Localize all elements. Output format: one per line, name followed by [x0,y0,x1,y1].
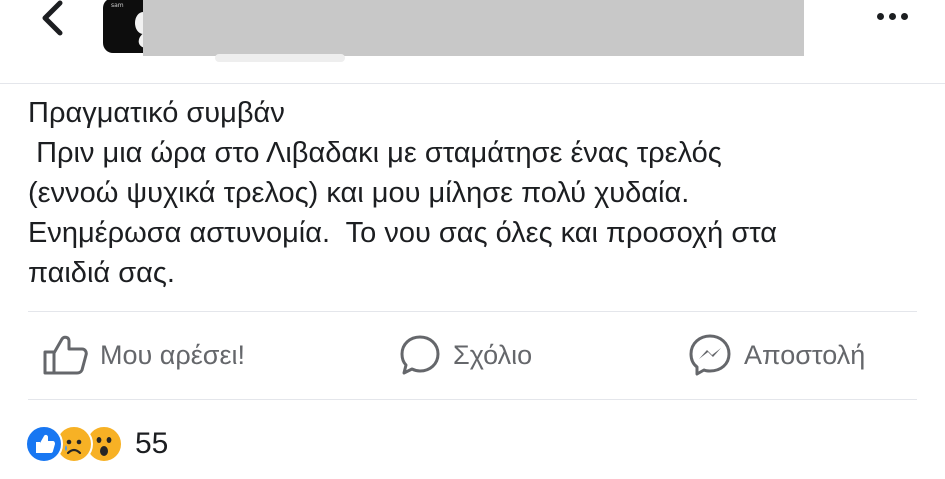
chevron-left-icon [42,0,63,36]
divider [28,399,917,400]
more-horizontal-icon [876,12,884,20]
post-line: Πραγματικό συμβάν [28,97,285,129]
author-name-redacted [143,0,804,56]
like-button[interactable]: Μου αρέσει! [42,312,245,398]
comment-button[interactable]: Σχόλιο [399,312,532,398]
comment-label: Σχόλιο [453,339,533,370]
send-button[interactable]: Αποστολή [688,312,865,398]
thumbs-up-icon [43,335,88,375]
reaction-count[interactable]: 55 [135,427,168,461]
comment-bubble-icon [400,335,440,375]
back-button[interactable] [30,0,74,36]
more-horizontal-icon [888,12,896,20]
like-reaction-icon [25,425,63,463]
reactions-summary[interactable]: 55 [25,424,168,464]
more-horizontal-icon [900,12,908,20]
messenger-icon [689,334,731,376]
post-body: Πραγματικό συμβάν Πριν μια ώρα στο Λιβαδ… [28,93,928,293]
post-line: Ενημέρωσα αστυνομία. Το νου σας όλες και… [28,217,778,249]
post-header: sam [0,0,945,84]
post-line: (εννοώ ψυχικά τρελος) και μου μίλησε πολ… [28,177,690,209]
more-options-button[interactable] [866,4,918,28]
like-label: Μου αρέσει! [100,339,245,370]
send-label: Αποστολή [744,339,866,370]
avatar-text: sam [111,2,124,9]
post-line: Πριν μια ώρα στο Λιβαδακι με σταμάτησε έ… [28,137,722,169]
post-line: παιδιά σας. [28,257,175,289]
post-actions: Μου αρέσει! Σχόλιο Αποστολή [28,312,917,398]
post-meta-redacted [215,54,345,62]
